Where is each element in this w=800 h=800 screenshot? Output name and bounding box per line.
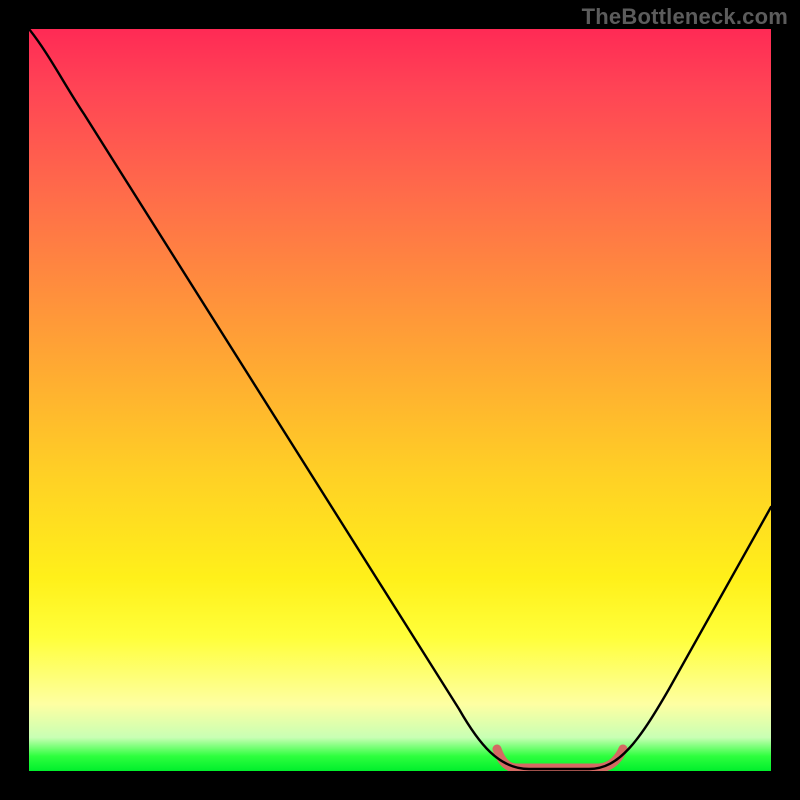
watermark-text: TheBottleneck.com [582,4,788,30]
bottleneck-curve [29,29,771,771]
plot-area [29,29,771,771]
chart-frame: TheBottleneck.com [0,0,800,800]
curve-path [29,29,771,769]
